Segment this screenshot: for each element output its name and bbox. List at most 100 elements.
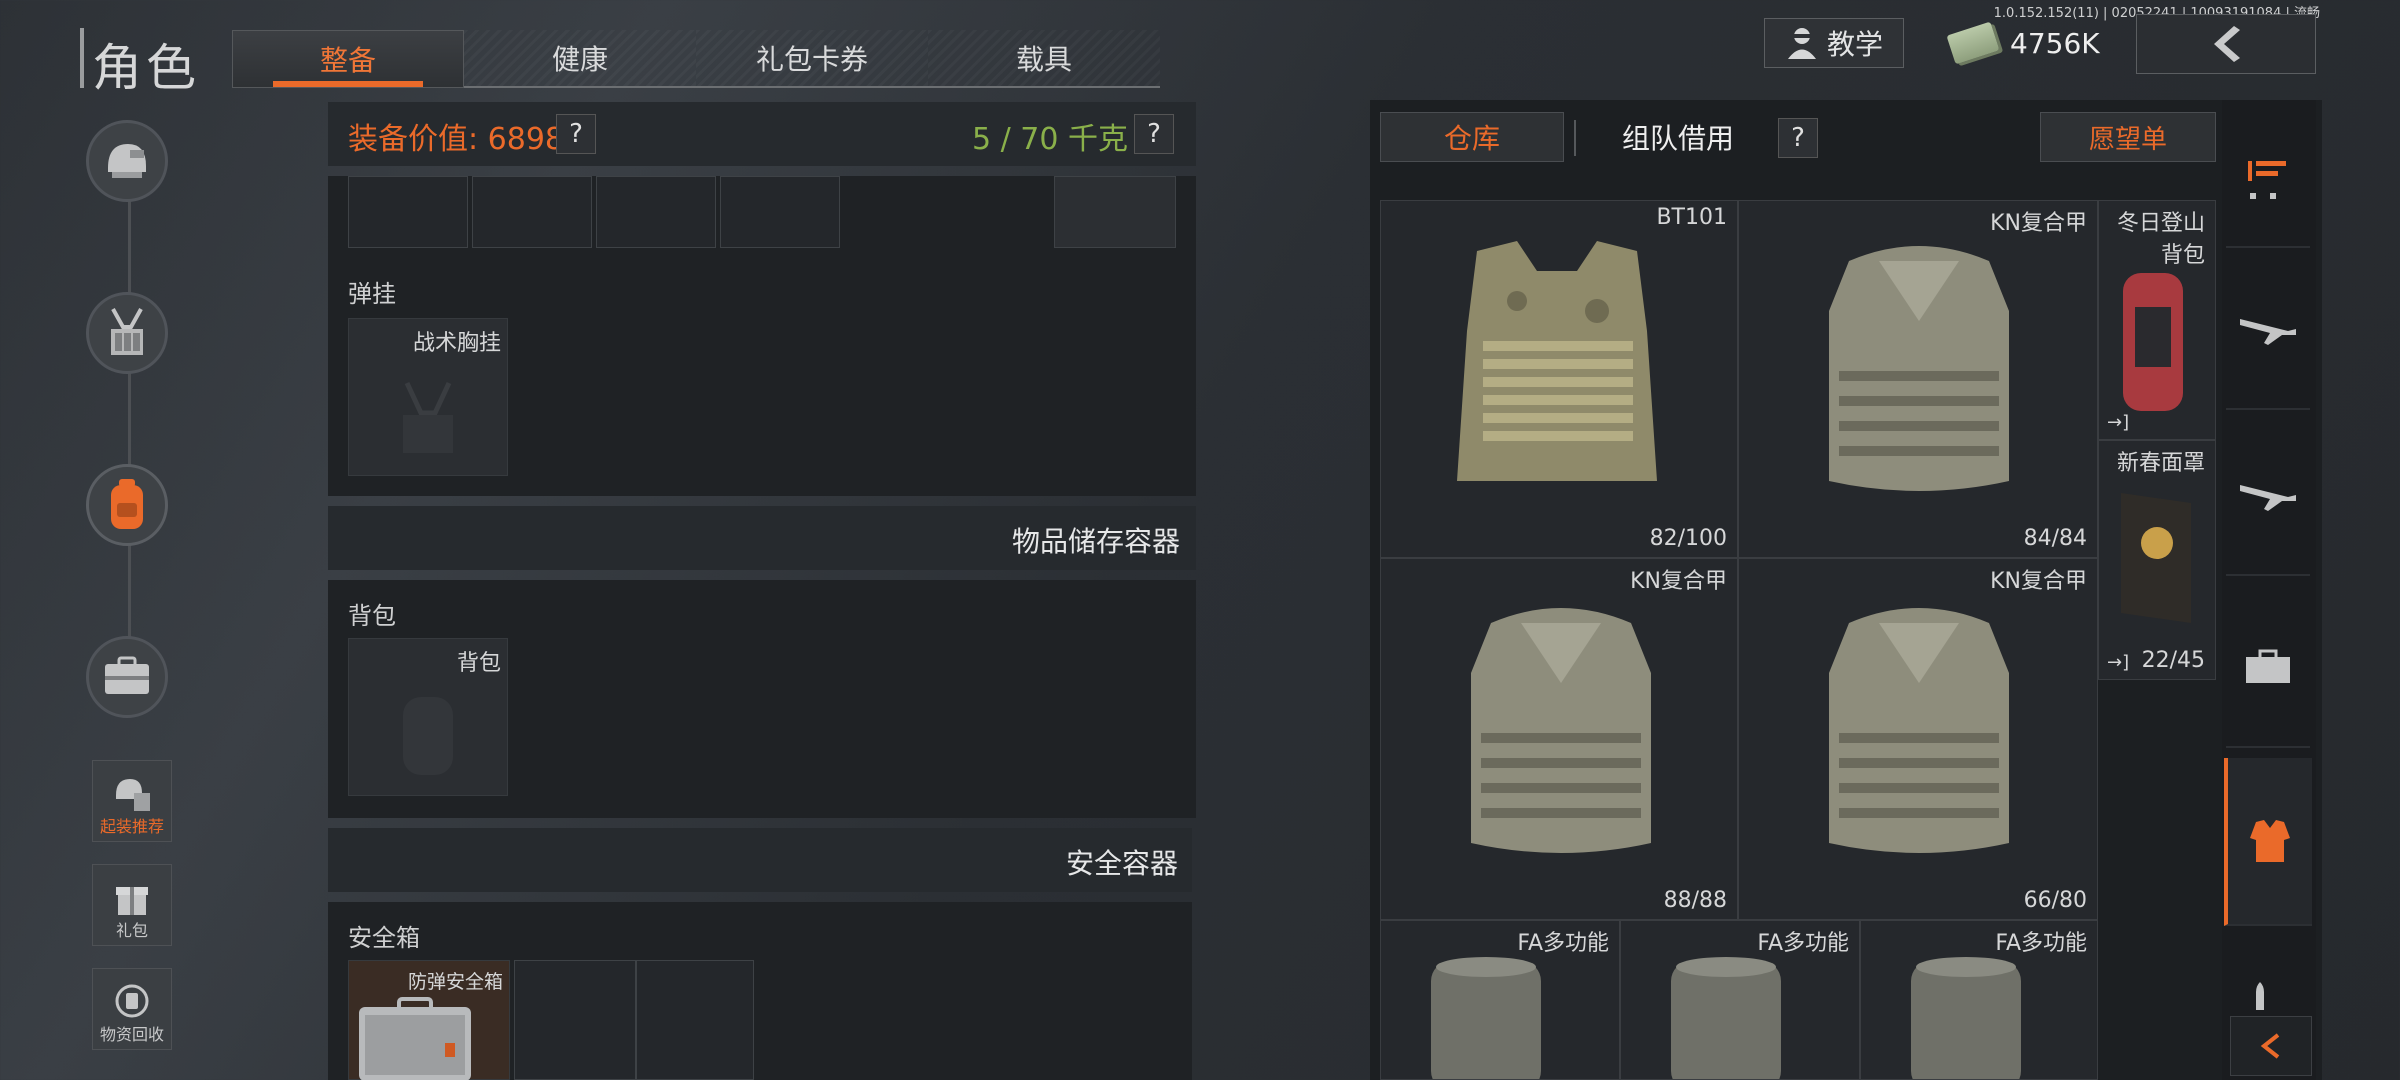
rail-rig[interactable] bbox=[86, 292, 168, 374]
tab-divider bbox=[1574, 120, 1576, 156]
rail-connector bbox=[128, 160, 131, 700]
item-name: KN复合甲 bbox=[1990, 569, 2087, 594]
safebox-slot[interactable] bbox=[636, 960, 754, 1080]
tab-team-borrow[interactable]: 组队借用 bbox=[1580, 112, 1776, 162]
title-accent-bar bbox=[80, 28, 84, 88]
equip-slot[interactable] bbox=[1054, 176, 1176, 248]
gear-recommend-icon bbox=[116, 779, 150, 811]
festival-mask-icon bbox=[2121, 493, 2191, 623]
category-all[interactable] bbox=[2226, 100, 2310, 248]
item-name: BT101 bbox=[1656, 205, 1727, 230]
rig-slot[interactable]: 战术胸挂 bbox=[348, 318, 508, 476]
item-durability: 88/88 bbox=[1663, 888, 1727, 913]
rifle-icon bbox=[2240, 485, 2296, 511]
main-tabs: 整备 健康 礼包卡券 载具 bbox=[232, 30, 1160, 88]
currency-display[interactable]: 4756K bbox=[1946, 18, 2100, 68]
rail-item-label: 起装推荐 bbox=[99, 817, 164, 836]
item-name: KN复合甲 bbox=[1630, 569, 1727, 594]
armored-case-icon bbox=[359, 997, 471, 1080]
stash-item[interactable]: KN复合甲 66/80 bbox=[1738, 558, 2098, 920]
item-name: 冬日登山背包 bbox=[2116, 211, 2205, 268]
backpack-icon bbox=[111, 479, 143, 529]
gift-pack-button[interactable]: 礼包 bbox=[92, 864, 172, 946]
composite-armor-icon bbox=[1471, 608, 1651, 853]
chevron-left-icon bbox=[2260, 1033, 2280, 1059]
safebox-icon bbox=[105, 656, 149, 694]
category-rifle-2[interactable] bbox=[2226, 416, 2310, 576]
bullet-icon bbox=[2256, 982, 2264, 1010]
wishlist-button[interactable]: 愿望单 bbox=[2040, 112, 2216, 162]
stash-item[interactable]: KN复合甲 84/84 bbox=[1738, 200, 2098, 558]
stash-item[interactable]: KN复合甲 88/88 bbox=[1380, 558, 1738, 920]
tab-warehouse[interactable]: 仓库 bbox=[1380, 112, 1564, 162]
sort-list-icon bbox=[2248, 161, 2286, 199]
recycle-icon bbox=[115, 984, 149, 1018]
item-name: 新春面罩 bbox=[2116, 451, 2205, 476]
stash-item[interactable]: FA多功能 bbox=[1860, 920, 2098, 1080]
weight-help-button[interactable]: ? bbox=[1134, 114, 1174, 154]
collapse-panel-button[interactable] bbox=[2230, 1016, 2312, 1076]
item-durability: 84/84 bbox=[2023, 526, 2087, 551]
item-durability: 66/80 bbox=[2023, 888, 2087, 913]
stash-help-button[interactable]: ? bbox=[1778, 118, 1818, 158]
equip-slot[interactable] bbox=[472, 176, 592, 248]
recycle-button[interactable]: 物资回收 bbox=[92, 968, 172, 1050]
ammo-icon[interactable] bbox=[2250, 980, 2274, 1010]
currency-amount: 4756K bbox=[2010, 26, 2100, 60]
rail-backpack[interactable] bbox=[86, 464, 168, 546]
safe-title: 安全容器 bbox=[1065, 847, 1178, 880]
category-container[interactable] bbox=[2226, 588, 2310, 748]
exit-icon: →] bbox=[2107, 412, 2130, 433]
safebox-item[interactable]: 防弹安全箱 bbox=[348, 960, 510, 1080]
backpack-slot[interactable]: 背包 bbox=[348, 638, 508, 796]
equip-slot[interactable] bbox=[720, 176, 840, 248]
stash-item[interactable]: FA多功能 bbox=[1380, 920, 1620, 1080]
helmet-icon bbox=[108, 144, 146, 178]
equipment-value: 装备价值: 6898 bbox=[348, 122, 564, 157]
safebox-slot[interactable] bbox=[514, 960, 636, 1080]
page-title: 角色 bbox=[92, 39, 200, 97]
composite-armor-icon bbox=[1829, 608, 2009, 853]
plate-carrier-icon bbox=[1457, 241, 1657, 481]
storage-title: 物品储存容器 bbox=[1011, 525, 1180, 558]
utility-pouch-icon bbox=[1911, 957, 2021, 1079]
rail-helmet[interactable] bbox=[86, 120, 168, 202]
tab-health[interactable]: 健康 bbox=[464, 30, 696, 88]
equip-slot[interactable] bbox=[348, 176, 468, 248]
tab-loadout[interactable]: 整备 bbox=[232, 30, 464, 88]
mountain-backpack-icon bbox=[2123, 273, 2183, 411]
tab-vehicles[interactable]: 载具 bbox=[928, 30, 1160, 88]
container-icon bbox=[2246, 649, 2290, 683]
backpack-slot-label: 背包 bbox=[456, 651, 501, 676]
item-durability: 82/100 bbox=[1649, 526, 1727, 551]
backpack-label: 背包 bbox=[348, 602, 396, 630]
tutorial-button[interactable]: 教学 bbox=[1764, 18, 1904, 68]
rail-item-label: 礼包 bbox=[115, 921, 148, 940]
vest-icon bbox=[2250, 820, 2290, 862]
category-rifle[interactable] bbox=[2226, 250, 2310, 410]
back-button[interactable] bbox=[2136, 14, 2316, 74]
stash-item[interactable]: 新春面罩 →] 22/45 bbox=[2098, 440, 2216, 680]
rail-safebox[interactable] bbox=[86, 636, 168, 718]
stash-item[interactable]: BT101 82/100 bbox=[1380, 200, 1738, 558]
safebox-label: 安全箱 bbox=[348, 924, 420, 952]
gift-icon bbox=[116, 887, 148, 915]
stash-item[interactable]: 冬日登山背包 →] bbox=[2098, 200, 2216, 440]
instructor-icon bbox=[1787, 28, 1816, 59]
money-stack-icon bbox=[1946, 21, 2000, 65]
rail-item-label: 物资回收 bbox=[99, 1025, 164, 1044]
equip-value-help-button[interactable]: ? bbox=[556, 114, 596, 154]
utility-pouch-icon bbox=[1431, 957, 1541, 1079]
utility-pouch-icon bbox=[1671, 957, 1781, 1079]
tutorial-label: 教学 bbox=[1826, 28, 1883, 61]
equip-slot[interactable] bbox=[596, 176, 716, 248]
rig-slot-label: 战术胸挂 bbox=[412, 331, 501, 356]
loadout-recommend-button[interactable]: 起装推荐 bbox=[92, 760, 172, 842]
stash-item[interactable]: FA多功能 bbox=[1620, 920, 1860, 1080]
backpack-silhouette-icon bbox=[403, 697, 453, 775]
exit-icon: →] bbox=[2107, 652, 2130, 673]
chest-rig-icon bbox=[111, 308, 143, 355]
category-armor[interactable] bbox=[2224, 758, 2312, 926]
safebox-item-label: 防弹安全箱 bbox=[407, 971, 503, 993]
tab-gift-cards[interactable]: 礼包卡券 bbox=[696, 30, 928, 88]
